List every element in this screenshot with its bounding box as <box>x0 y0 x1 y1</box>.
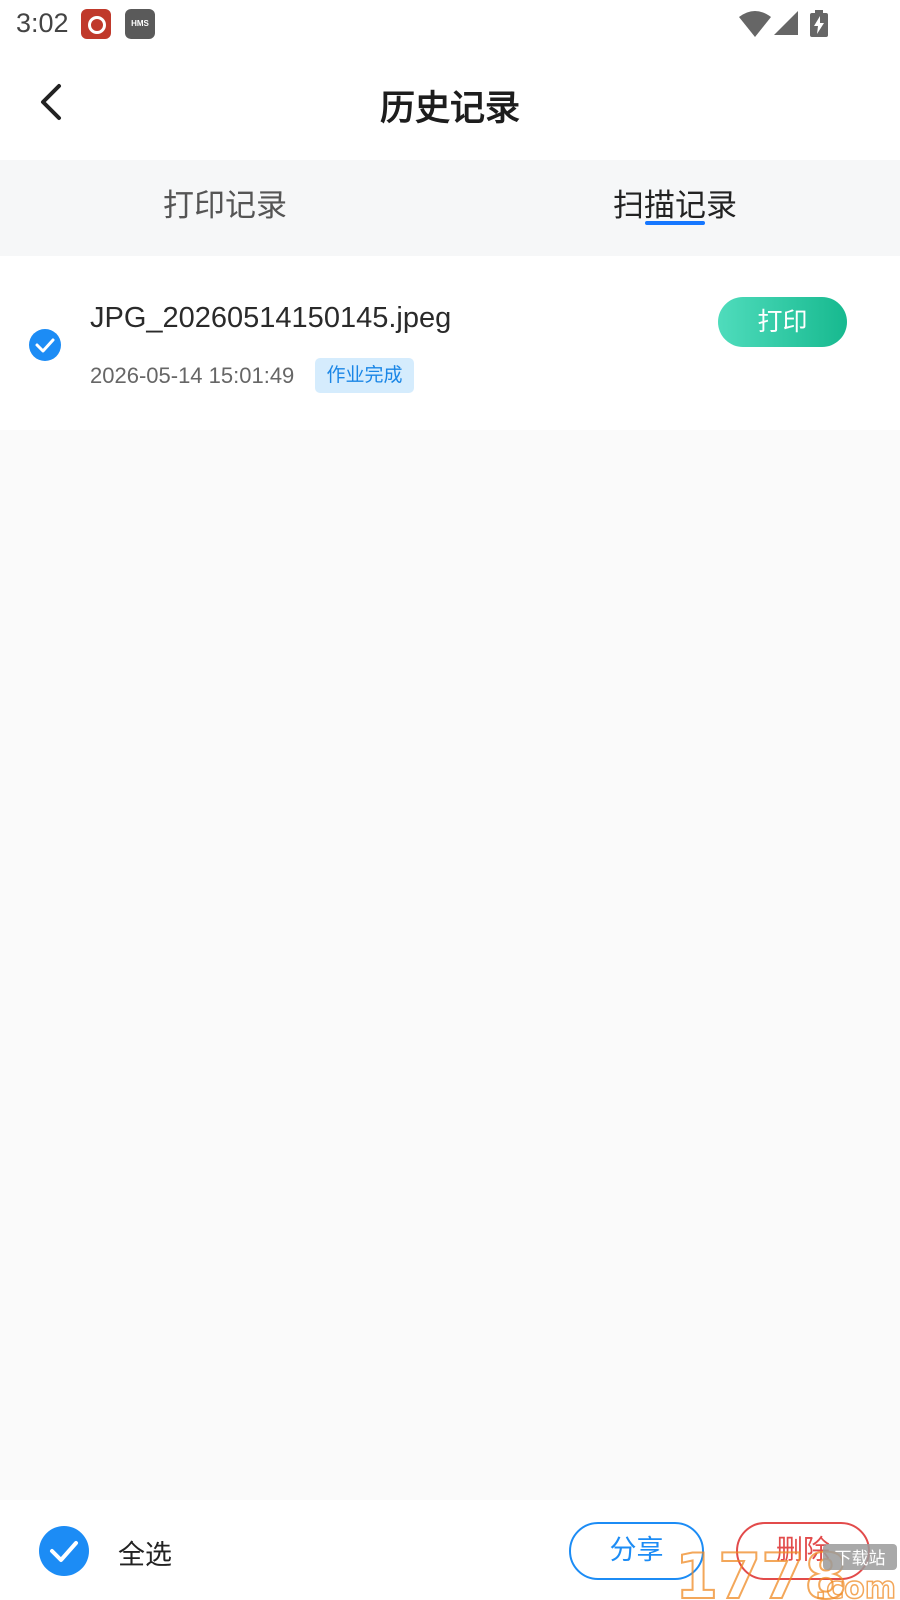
check-icon <box>50 1541 78 1562</box>
status-time: 3:02 <box>16 8 69 38</box>
status-bar: 3:02 HMS <box>0 0 900 50</box>
select-all-label[interactable]: 全选 <box>118 1533 172 1572</box>
list-item[interactable]: JPG_20260514150145.jpeg 2026-05-14 15:01… <box>0 256 900 430</box>
print-button[interactable]: 打印 <box>718 297 847 347</box>
signal-icon <box>774 11 798 35</box>
hms-icon: HMS <box>125 9 155 39</box>
site-watermark-logo: 1778 .com 下载站 <box>675 1540 897 1600</box>
svg-text:.com: .com <box>815 1571 896 1600</box>
record-filename: JPG_20260514150145.jpeg <box>90 302 452 334</box>
select-all-checkbox[interactable] <box>39 1526 89 1576</box>
record-checkbox[interactable] <box>29 329 61 361</box>
active-tab-indicator <box>645 221 705 225</box>
check-icon <box>35 338 55 353</box>
bottom-action-bar: 全选 分享 删除 1778 .com 下载站 <box>0 1500 900 1600</box>
status-badge: 作业完成 <box>315 358 414 393</box>
page-title: 历史记录 <box>379 89 520 129</box>
tab-print-records[interactable]: 打印记录 <box>95 180 355 225</box>
tab-bar: 打印记录 扫描记录 <box>0 160 900 256</box>
weibo-icon <box>81 9 111 39</box>
battery-charging-icon <box>810 10 828 37</box>
wifi-icon <box>739 11 771 37</box>
svg-text:下载站: 下载站 <box>835 1549 886 1569</box>
tab-scan-records[interactable]: 扫描记录 <box>545 180 805 225</box>
record-timestamp: 2026-05-14 15:01:49 <box>90 363 295 388</box>
header: 历史记录 <box>0 50 900 160</box>
